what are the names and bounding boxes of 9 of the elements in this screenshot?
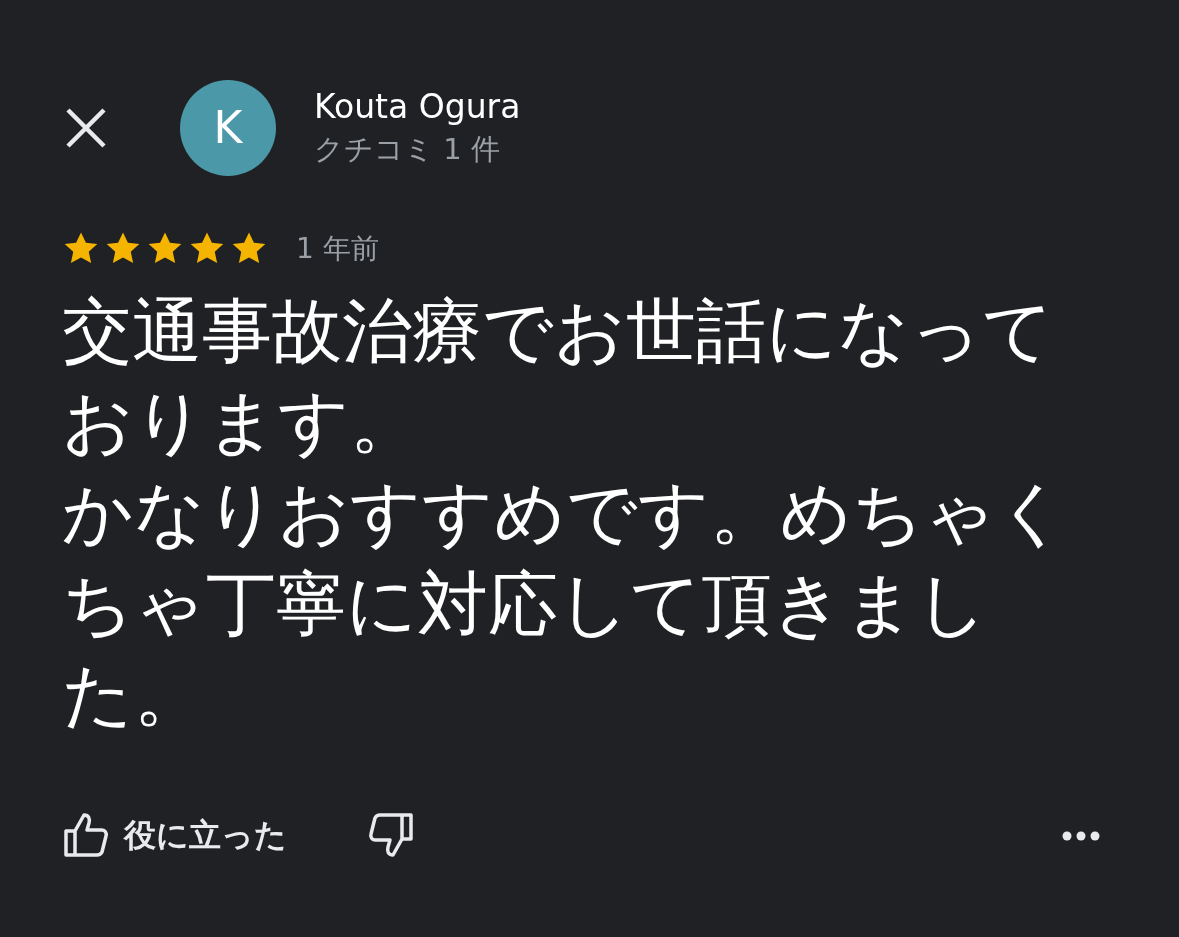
avatar: K — [180, 80, 276, 176]
thumbs-up-icon — [62, 811, 110, 859]
helpful-button[interactable]: 役に立った — [62, 811, 287, 859]
thumbs-down-button[interactable] — [367, 811, 415, 859]
review-text: かなりおすすめです。めちゃくちゃ丁寧に対応して頂きました。 — [62, 471, 1069, 738]
review-time: 1 年前 — [296, 231, 379, 267]
review-count: クチコミ 1 件 — [314, 131, 501, 168]
reviewer-name[interactable]: Kouta Ogura — [314, 86, 521, 128]
review-text: 交通事故治療でお世話になっております。 — [62, 289, 1055, 465]
